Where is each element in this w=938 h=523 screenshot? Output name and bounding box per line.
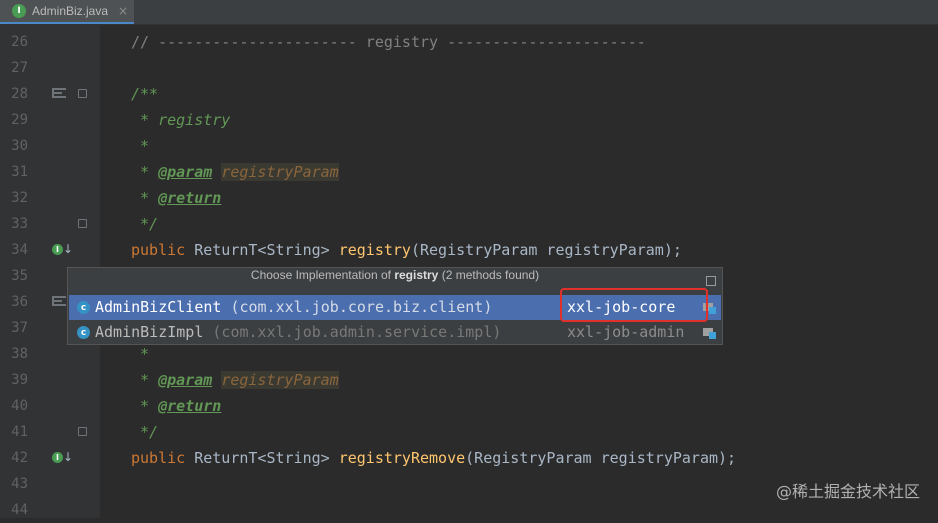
code-line[interactable]: 27 <box>0 55 938 81</box>
code-line[interactable]: 30 * <box>0 133 938 159</box>
code-line[interactable]: 42 I ↓ public ReturnT<String> registryRemov… <box>0 445 938 471</box>
code-token: @param <box>158 371 213 389</box>
code-text: */ <box>131 419 158 445</box>
code-text: */ <box>131 211 158 237</box>
line-number: 31 <box>11 164 28 180</box>
code-token: // ---------------------- registry -----… <box>131 33 646 51</box>
pin-icon[interactable] <box>706 276 716 286</box>
watermark: @稀土掘金技术社区 <box>775 482 920 501</box>
code-token: @return <box>158 189 222 207</box>
code-token: registry <box>338 241 411 259</box>
line-number: 28 <box>11 86 28 102</box>
fold-icon[interactable] <box>78 219 87 228</box>
code-token: * <box>131 163 159 181</box>
implementation-class-name: AdminBizImpl <box>95 323 204 341</box>
code-text: * @param registryParam <box>131 367 339 393</box>
line-number: 33 <box>11 216 28 232</box>
editor-tab-bar: I AdminBiz.java × <box>0 0 938 25</box>
code-line[interactable]: 33 */ <box>0 211 938 237</box>
code-line[interactable]: 26 // ---------------------- registry ---… <box>0 29 938 55</box>
code-text: * @return <box>131 185 221 211</box>
doc-comment-icon[interactable] <box>52 296 66 308</box>
code-line[interactable]: 40 * @return <box>0 393 938 419</box>
line-number: 43 <box>11 476 28 492</box>
line-number: 42 <box>11 450 28 466</box>
implemented-icon[interactable]: I <box>52 452 63 463</box>
line-number: 37 <box>11 320 28 336</box>
close-icon[interactable]: × <box>118 4 128 18</box>
popup-title-method: registry <box>394 268 439 282</box>
code-line[interactable]: 29 * registry <box>0 107 938 133</box>
code-token: * <box>131 345 150 363</box>
code-token: registryRemove <box>338 449 466 467</box>
fold-icon[interactable] <box>78 89 87 98</box>
down-arrow-icon: ↓ <box>63 450 74 464</box>
line-number: 36 <box>11 294 28 310</box>
line-number: 27 <box>11 60 28 76</box>
line-number: 44 <box>11 502 28 518</box>
line-number: 41 <box>11 424 28 440</box>
code-text: public ReturnT<String> registryRemove(Re… <box>131 445 736 471</box>
code-token: (RegistryParam registryParam); <box>410 241 682 259</box>
tab-adminbiz-java[interactable]: I AdminBiz.java × <box>0 0 134 24</box>
code-token: @return <box>158 397 222 415</box>
code-token: @param <box>158 163 213 181</box>
implementation-package: (com.xxl.job.core.biz.client) <box>221 298 493 316</box>
code-token: ReturnT<String> <box>194 449 339 467</box>
code-token: * registry <box>131 111 231 129</box>
code-token: registryParam <box>221 371 339 389</box>
code-line[interactable]: 28 /** <box>0 81 938 107</box>
line-number: 40 <box>11 398 28 414</box>
code-token: * <box>131 137 150 155</box>
code-token: */ <box>131 215 159 233</box>
code-text: * @return <box>131 393 221 419</box>
code-text: * <box>131 133 149 159</box>
code-token: public <box>131 241 195 259</box>
code-token: * <box>131 397 159 415</box>
code-text: public ReturnT<String> registry(Registry… <box>131 237 682 263</box>
code-token: * <box>131 371 159 389</box>
line-number: 35 <box>11 268 28 284</box>
tab-label: AdminBiz.java <box>32 4 109 18</box>
line-number: 26 <box>11 34 28 50</box>
line-number: 38 <box>11 346 28 362</box>
class-icon: c <box>77 301 90 314</box>
code-token: ReturnT<String> <box>194 241 339 259</box>
line-number: 32 <box>11 190 28 206</box>
code-token: * <box>131 189 159 207</box>
code-line[interactable]: 39 * @param registryParam <box>0 367 938 393</box>
code-token: (RegistryParam registryParam); <box>465 449 737 467</box>
implemented-icon[interactable]: I <box>52 244 63 255</box>
code-token: public <box>131 449 195 467</box>
code-text: * @param registryParam <box>131 159 339 185</box>
module-highlight-annotation <box>560 288 708 322</box>
line-number: 39 <box>11 372 28 388</box>
code-line[interactable]: 34 I ↓ public ReturnT<String> registry(Regi… <box>0 237 938 263</box>
module-icon <box>703 326 717 339</box>
code-text: * registry <box>131 107 230 133</box>
line-number: 34 <box>11 242 28 258</box>
implementation-package: (com.xxl.job.admin.service.impl) <box>203 323 502 341</box>
implementation-module: xxl-job-admin <box>567 323 685 341</box>
implementation-item-adminbizimpl[interactable]: c AdminBizImpl (com.xxl.job.admin.servic… <box>69 320 721 345</box>
code-token: */ <box>131 423 159 441</box>
code-line[interactable]: 32 * @return <box>0 185 938 211</box>
code-line[interactable]: 31 * @param registryParam <box>0 159 938 185</box>
interface-icon: I <box>12 4 26 18</box>
code-line[interactable]: 41 */ <box>0 419 938 445</box>
implementation-class-name: AdminBizClient <box>95 298 222 316</box>
class-icon: c <box>77 326 90 339</box>
down-arrow-icon: ↓ <box>63 242 74 256</box>
doc-comment-icon[interactable] <box>52 88 66 100</box>
line-number: 30 <box>11 138 28 154</box>
code-token: /** <box>131 85 159 103</box>
line-number: 29 <box>11 112 28 128</box>
fold-icon[interactable] <box>78 427 87 436</box>
code-text: /** <box>131 81 158 107</box>
code-text: // ---------------------- registry -----… <box>131 29 646 55</box>
code-token: registryParam <box>221 163 339 181</box>
